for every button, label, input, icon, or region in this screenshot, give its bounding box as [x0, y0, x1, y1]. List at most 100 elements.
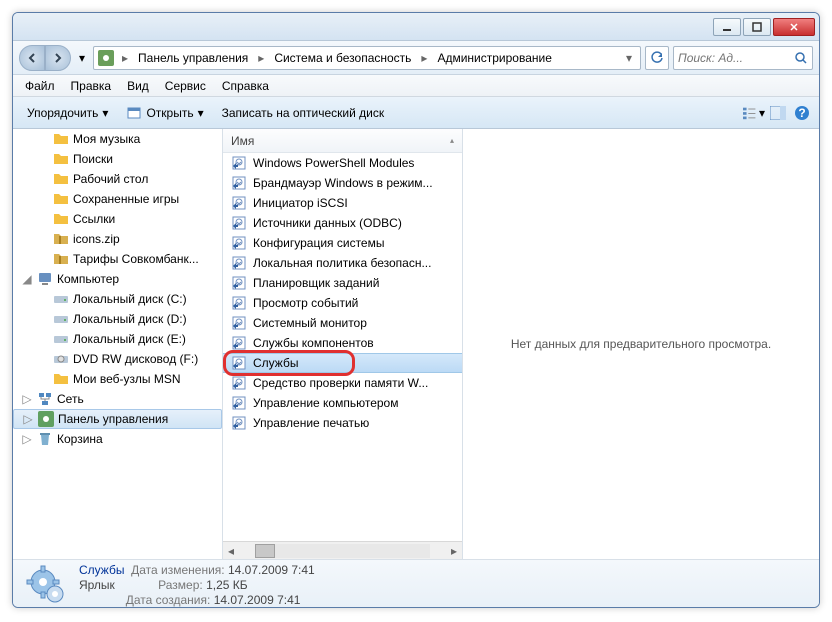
file-item[interactable]: Службы компонентов — [223, 333, 462, 353]
tree-item-label: Локальный диск (E:) — [73, 332, 186, 346]
search-icon — [794, 51, 808, 65]
expand-icon[interactable]: ◢ — [21, 272, 33, 286]
menu-file[interactable]: Файл — [17, 77, 63, 95]
expand-icon[interactable]: ▷ — [22, 412, 34, 426]
sort-arrow-icon: ▴ — [450, 136, 454, 145]
horizontal-scrollbar[interactable]: ◂ ▸ — [223, 541, 462, 559]
file-item-label: Инициатор iSCSI — [253, 196, 348, 210]
menu-view[interactable]: Вид — [119, 77, 157, 95]
tree-item[interactable]: Тарифы Совкомбанк... — [13, 249, 222, 269]
tree-item[interactable]: DVD RW дисковод (F:) — [13, 349, 222, 369]
preview-pane: Нет данных для предварительного просмотр… — [463, 129, 819, 559]
file-item-label: Windows PowerShell Modules — [253, 156, 414, 170]
tree-item-label: Моя музыка — [73, 132, 140, 146]
chevron-right-icon: ▸ — [118, 51, 132, 65]
tree-item[interactable]: Локальный диск (E:) — [13, 329, 222, 349]
tree-item[interactable]: Ссылки — [13, 209, 222, 229]
search-box[interactable] — [673, 46, 813, 70]
file-item-label: Брандмауэр Windows в режим... — [253, 176, 433, 190]
tree-item[interactable]: ▷ Панель управления — [13, 409, 222, 429]
help-button[interactable]: ? — [791, 102, 813, 124]
file-item-label: Локальная политика безопасн... — [253, 256, 431, 270]
file-item[interactable]: Средство проверки памяти W... — [223, 373, 462, 393]
breadcrumb-item[interactable]: Система и безопасность — [272, 51, 413, 65]
file-item[interactable]: Системный монитор — [223, 313, 462, 333]
tree-item[interactable]: Рабочий стол — [13, 169, 222, 189]
tree-item[interactable]: icons.zip — [13, 229, 222, 249]
file-item[interactable]: Источники данных (ODBC) — [223, 213, 462, 233]
back-button[interactable] — [19, 45, 45, 71]
minimize-button[interactable] — [713, 18, 741, 36]
organize-button[interactable]: Упорядочить ▾ — [19, 102, 116, 124]
file-item-label: Службы компонентов — [253, 336, 374, 350]
tree-item[interactable]: Сохраненные игры — [13, 189, 222, 209]
tree-item[interactable]: Поиски — [13, 149, 222, 169]
menu-bar: Файл Правка Вид Сервис Справка — [13, 75, 819, 97]
breadcrumb-item[interactable]: Панель управления — [136, 51, 250, 65]
body: Моя музыка Поиски Рабочий стол Сохраненные … — [13, 129, 819, 559]
menu-help[interactable]: Справка — [214, 77, 277, 95]
file-item-label: Планировщик заданий — [253, 276, 379, 290]
file-item[interactable]: Планировщик заданий — [223, 273, 462, 293]
menu-edit[interactable]: Правка — [63, 77, 120, 95]
tree-item[interactable]: ◢Компьютер — [13, 269, 222, 289]
nav-row: ▾ ▸ Панель управления ▸ Система и безопа… — [13, 41, 819, 75]
file-item[interactable]: Службы — [223, 353, 462, 373]
file-item[interactable]: Конфигурация системы — [223, 233, 462, 253]
tree-item-label: DVD RW дисковод (F:) — [73, 352, 198, 366]
tree-item-label: Локальный диск (D:) — [73, 312, 187, 326]
close-button[interactable] — [773, 18, 815, 36]
scroll-thumb[interactable] — [255, 544, 275, 558]
tree-item-label: Корзина — [57, 432, 103, 446]
file-list-pane: Имя ▴ Windows PowerShell Modules Брандмау… — [223, 129, 463, 559]
svg-text:?: ? — [798, 106, 805, 120]
open-button[interactable]: Открыть ▾ — [118, 101, 211, 125]
file-item-label: Конфигурация системы — [253, 236, 384, 250]
tree-item[interactable]: Локальный диск (C:) — [13, 289, 222, 309]
nav-history-dropdown[interactable]: ▾ — [75, 45, 89, 71]
file-item[interactable]: Локальная политика безопасн... — [223, 253, 462, 273]
file-item[interactable]: Инициатор iSCSI — [223, 193, 462, 213]
forward-button[interactable] — [45, 45, 71, 71]
tree-item-label: Сохраненные игры — [73, 192, 179, 206]
tree-item[interactable]: Моя музыка — [13, 129, 222, 149]
address-bar[interactable]: ▸ Панель управления ▸ Система и безопасн… — [93, 46, 641, 70]
breadcrumb-item[interactable]: Администрирование — [435, 51, 553, 65]
tree-item[interactable]: Мои веб-узлы MSN — [13, 369, 222, 389]
scroll-left-button[interactable]: ◂ — [223, 543, 239, 559]
file-item[interactable]: Управление печатью — [223, 413, 462, 433]
tree-item-label: Тарифы Совкомбанк... — [73, 252, 199, 266]
explorer-window: ▾ ▸ Панель управления ▸ Система и безопа… — [12, 12, 820, 608]
file-item-label: Средство проверки памяти W... — [253, 376, 428, 390]
chevron-right-icon: ▸ — [254, 51, 268, 65]
tree-item-label: Мои веб-узлы MSN — [73, 372, 180, 386]
expand-icon[interactable]: ▷ — [21, 432, 33, 446]
chevron-right-icon: ▸ — [417, 51, 431, 65]
tree-item[interactable]: Локальный диск (D:) — [13, 309, 222, 329]
search-input[interactable] — [678, 51, 794, 65]
details-type: Ярлык — [79, 578, 115, 592]
tree-item-label: Панель управления — [58, 412, 168, 426]
burn-button[interactable]: Записать на оптический диск — [214, 102, 393, 124]
maximize-button[interactable] — [743, 18, 771, 36]
menu-tools[interactable]: Сервис — [157, 77, 214, 95]
file-item[interactable]: Управление компьютером — [223, 393, 462, 413]
view-mode-button[interactable]: ▾ — [743, 102, 765, 124]
navigation-tree[interactable]: Моя музыка Поиски Рабочий стол Сохраненные … — [13, 129, 223, 559]
tree-item-label: Поиски — [73, 152, 113, 166]
chevron-down-icon[interactable]: ▾ — [622, 51, 636, 65]
refresh-button[interactable] — [645, 46, 669, 70]
chevron-down-icon: ▾ — [198, 106, 204, 120]
details-title: Службы — [79, 563, 124, 577]
file-list[interactable]: Windows PowerShell Modules Брандмауэр Win… — [223, 153, 462, 541]
file-item[interactable]: Просмотр событий — [223, 293, 462, 313]
file-item[interactable]: Брандмауэр Windows в режим... — [223, 173, 462, 193]
tree-item-label: Сеть — [57, 392, 84, 406]
tree-item[interactable]: ▷ Корзина — [13, 429, 222, 449]
preview-pane-button[interactable] — [767, 102, 789, 124]
scroll-right-button[interactable]: ▸ — [446, 543, 462, 559]
file-item[interactable]: Windows PowerShell Modules — [223, 153, 462, 173]
tree-item[interactable]: ▷ Сеть — [13, 389, 222, 409]
column-header-name[interactable]: Имя ▴ — [223, 129, 462, 153]
expand-icon[interactable]: ▷ — [21, 392, 33, 406]
